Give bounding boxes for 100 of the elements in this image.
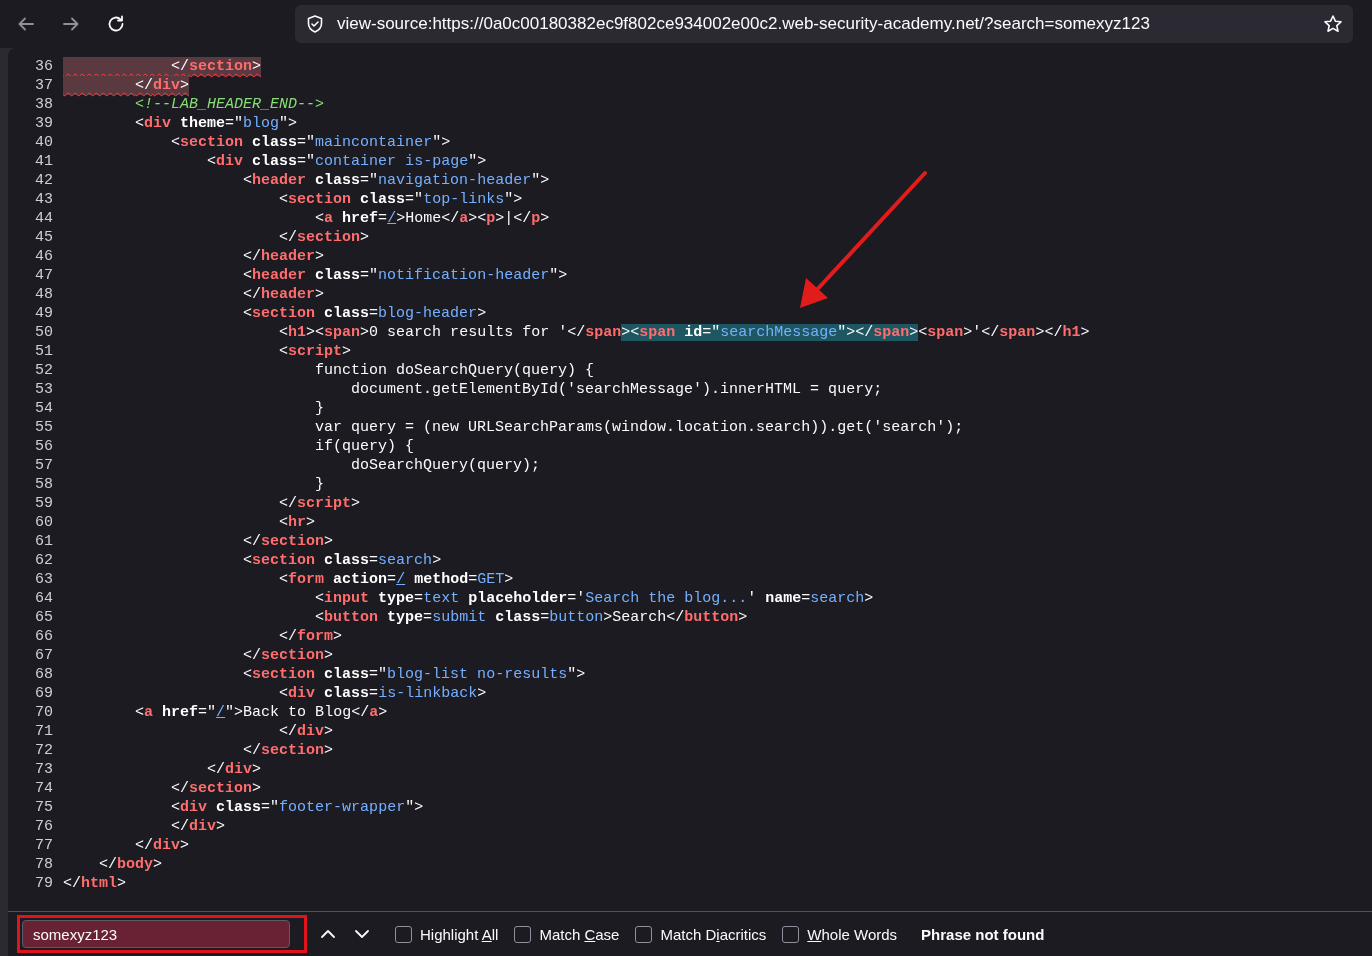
code-token: > — [540, 210, 550, 227]
find-status: Phrase not found — [921, 925, 1045, 943]
code-token: function doSearchQuery(query) { — [315, 362, 595, 379]
line-number: 52 — [34, 361, 53, 380]
code-token: < — [279, 514, 289, 531]
code-token: > — [333, 628, 343, 645]
code-token: < — [171, 799, 181, 816]
code-token: "> — [279, 115, 298, 132]
line-number: 68 — [34, 665, 53, 684]
line-number: 50 — [34, 323, 53, 342]
code-token: > — [864, 590, 874, 607]
code-token: = — [387, 571, 397, 588]
star-icon[interactable] — [1323, 14, 1343, 34]
code-token: type — [378, 590, 415, 607]
line-number: 37 — [34, 76, 53, 95]
code-token: </ — [243, 533, 262, 550]
code-token: "> — [567, 666, 586, 683]
line-number: 74 — [34, 779, 53, 798]
code-token: header — [261, 248, 316, 265]
code-token: searchMessage — [720, 324, 838, 341]
option-label: Match Diacritics — [660, 925, 767, 943]
line-number: 64 — [34, 589, 53, 608]
line-number: 38 — [34, 95, 53, 114]
code-token: >< — [306, 324, 325, 341]
code-token: notification-header — [378, 267, 550, 284]
source-link[interactable]: / — [216, 704, 226, 721]
line-number: 79 — [34, 874, 53, 893]
line-number: 66 — [34, 627, 53, 646]
line-number: 48 — [34, 285, 53, 304]
code-token: var query = (new URLSearchParams(window.location.search)).get('search'); — [315, 419, 964, 436]
line-number: 43 — [34, 190, 53, 209]
code-token: div — [144, 115, 172, 132]
code-token: div — [153, 837, 181, 854]
code-token: >Search</ — [603, 609, 685, 626]
line-number: 51 — [34, 342, 53, 361]
code-token: div — [288, 685, 316, 702]
code-token: class — [324, 685, 370, 702]
line-number: 76 — [34, 817, 53, 836]
line-number: 47 — [34, 266, 53, 285]
code-token: is-linkback — [378, 685, 478, 702]
line-number: 55 — [34, 418, 53, 437]
code-token: "> — [432, 134, 451, 151]
checkbox[interactable] — [782, 925, 800, 943]
code-token: section — [189, 780, 253, 797]
code-token: div — [153, 77, 181, 94]
line-number: 65 — [34, 608, 53, 627]
code-token: =" — [261, 799, 280, 816]
code-token: class — [324, 305, 370, 322]
code-token: span — [324, 324, 361, 341]
line-number: 78 — [34, 855, 53, 874]
code-token: a — [459, 210, 469, 227]
code-token: > — [252, 761, 262, 778]
code-token: < — [279, 343, 289, 360]
code-token: "> — [468, 153, 487, 170]
code-token: section — [297, 229, 361, 246]
code-token: header — [261, 286, 316, 303]
checkbox[interactable] — [395, 925, 412, 943]
code-token: section — [180, 134, 244, 151]
code-token: =" — [360, 172, 379, 189]
code-token: id — [675, 324, 703, 341]
code-token: href — [342, 210, 379, 227]
line-number: 44 — [34, 209, 53, 228]
code-token: >'</ — [963, 324, 1000, 341]
option-label: Highlight All — [420, 925, 499, 943]
checkbox[interactable] — [635, 925, 653, 943]
find-field[interactable]: somexyz123 — [22, 920, 290, 948]
code-token: span — [585, 324, 622, 341]
code-token: = — [423, 609, 433, 626]
code-token: >Home</ — [396, 210, 460, 227]
code-token: <!--LAB_HEADER_END--> — [135, 96, 325, 113]
checkbox[interactable] — [514, 925, 532, 943]
code-token: class — [324, 552, 370, 569]
code-token: header — [252, 172, 307, 189]
line-number: 46 — [34, 247, 53, 266]
code-token: > — [117, 875, 127, 892]
code-token: > — [180, 77, 190, 94]
code-token: type — [387, 609, 424, 626]
code-token: =" — [297, 153, 316, 170]
option-label: Whole Words — [807, 925, 898, 943]
line-number: 39 — [34, 114, 53, 133]
source-link[interactable]: / — [387, 210, 397, 227]
url-text: view-source:https://0a0c00180382ec9f802ce934002e00c2.web-security-academy.net/?search=somexyz123 — [337, 14, 1151, 34]
address-bar[interactable]: view-source:https://0a0c00180382ec9f802ce934002e00c2.web-security-academy.net/?search=somexyz123 — [295, 5, 1353, 43]
source-link[interactable]: / — [396, 571, 406, 588]
line-number: 70 — [34, 703, 53, 722]
code-token: > — [351, 495, 361, 512]
code-token: =" — [702, 324, 721, 341]
code-token: } — [315, 400, 325, 417]
code-token: h1 — [1062, 324, 1081, 341]
code-token: ">Back to Blog</ — [225, 704, 370, 721]
code-token: section — [252, 305, 316, 322]
code-token: class — [216, 799, 262, 816]
code-token: section — [261, 647, 325, 664]
code-token: =' — [567, 590, 586, 607]
code-token: = — [540, 609, 550, 626]
code-token: </ — [99, 856, 118, 873]
code-token: button — [549, 609, 604, 626]
code-token: script — [288, 343, 343, 360]
line-number: 61 — [34, 532, 53, 551]
code-token: </ — [279, 229, 298, 246]
